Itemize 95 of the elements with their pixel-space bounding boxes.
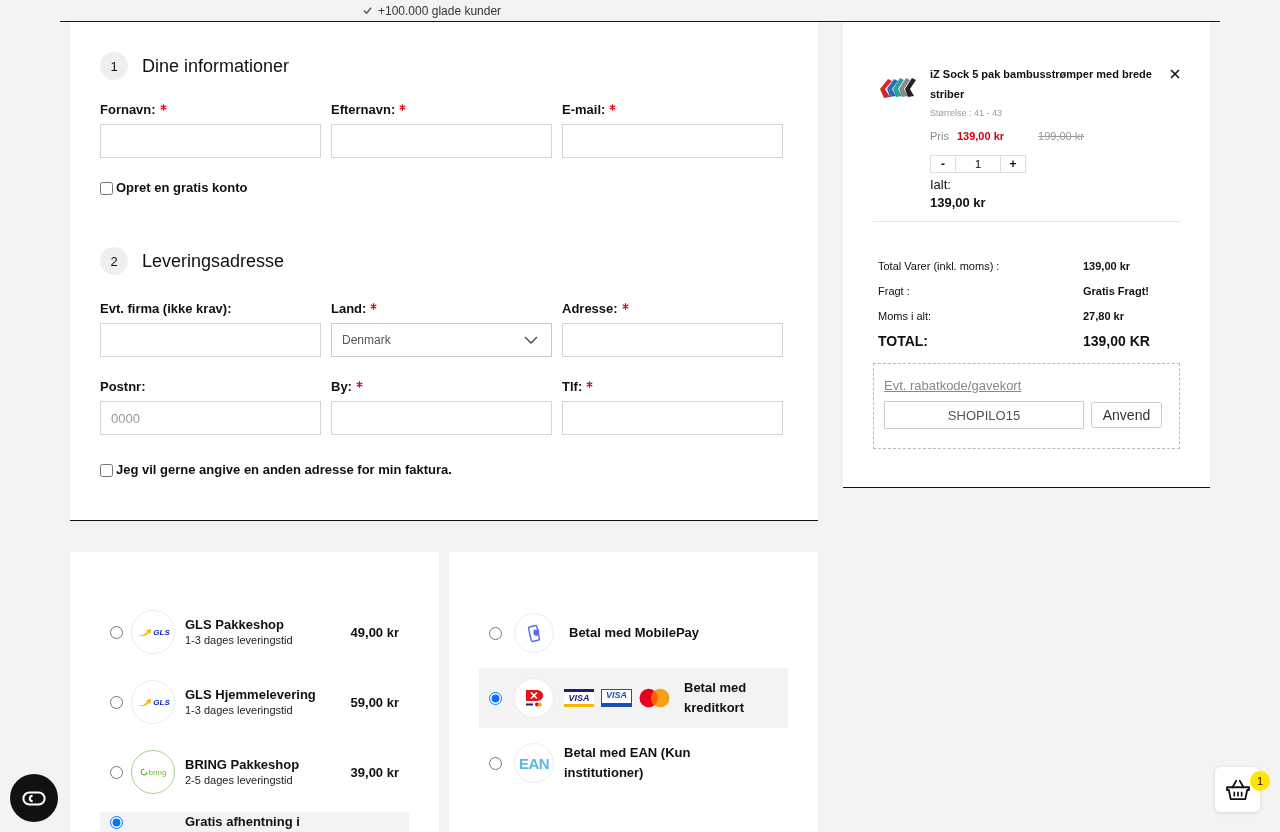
field-label: Fornavn: xyxy=(100,102,156,118)
payment-option[interactable]: Betal med MobilePay xyxy=(479,603,788,663)
summary-label: Moms i alt: xyxy=(878,309,933,322)
swoosh-icon xyxy=(136,627,153,637)
payment-option[interactable]: VISA VISA Betal med kreditkort xyxy=(479,668,788,728)
delivery-time: 2-5 dages leveringstid xyxy=(185,773,294,787)
delivery-time: 1-3 dages leveringstid xyxy=(185,633,294,647)
field-label: Evt. firma (ikke krav): xyxy=(100,301,232,317)
product-title: iZ Sock 5 pak bambusstrømper med brede striber xyxy=(930,67,1153,102)
summary-label: Total Varer (inkl. moms) : xyxy=(878,259,1001,272)
option-name: GLS Pakkeshop xyxy=(185,617,285,633)
section-title: Dine informationer xyxy=(142,55,290,78)
field-label: By: xyxy=(331,379,352,395)
price-label: Pris xyxy=(930,129,949,144)
shipping-option[interactable]: GLS GLS Hjemmelevering 1-3 dages leveringstid 59,00 kr xyxy=(100,667,409,737)
radio-button[interactable] xyxy=(110,815,123,829)
overlapping-circles-icon xyxy=(639,688,670,708)
delivery-time: 1-3 dages leveringstid xyxy=(185,703,294,717)
field-label: Land: xyxy=(331,301,367,317)
discount-link[interactable]: Evt. rabatkode/gavekort xyxy=(884,376,1022,396)
radio-button[interactable] xyxy=(110,625,123,639)
increase-button[interactable]: + xyxy=(1000,155,1026,173)
field-label: Postnr: xyxy=(100,379,146,395)
payment-option[interactable]: EAN Betal med EAN (Kun institutioner) xyxy=(479,733,788,793)
option-name: Gratis afhentning i xyxy=(185,814,301,830)
logo-text: bring xyxy=(148,767,167,777)
text-field[interactable] xyxy=(562,401,783,435)
summary-value: 139,00 KR xyxy=(1083,333,1150,349)
chevron-down-icon xyxy=(524,336,538,344)
card-mark-icon xyxy=(523,689,545,707)
summary-label: Fragt : xyxy=(878,284,911,297)
toggle-icon xyxy=(22,790,46,806)
checkbox[interactable] xyxy=(100,181,113,195)
text-field[interactable] xyxy=(331,401,552,435)
section-title: Leveringsadresse xyxy=(142,250,285,273)
option-price: 39,00 kr xyxy=(350,764,399,780)
checkbox-label: Opret en gratis konto xyxy=(116,180,248,196)
radio-button[interactable] xyxy=(489,756,502,770)
floating-button[interactable] xyxy=(10,774,58,822)
check-icon xyxy=(363,6,372,15)
total-label: Ialt: xyxy=(930,176,951,194)
field-label: E-mail: xyxy=(562,102,606,118)
item-total: 139,00 kr xyxy=(930,194,986,212)
field-label: Tlf: xyxy=(562,379,583,395)
step-number: 1 xyxy=(100,52,128,80)
option-price: 59,00 kr xyxy=(350,694,399,710)
text-field[interactable] xyxy=(562,323,783,357)
text-field[interactable]: 0000 xyxy=(100,401,321,435)
option-price: 49,00 kr xyxy=(350,624,399,640)
discount-code-field[interactable]: SHOPILO15 xyxy=(884,401,1084,429)
radio-button[interactable] xyxy=(489,691,502,705)
checkbox[interactable] xyxy=(100,463,113,477)
option-label: Betal med MobilePay xyxy=(569,624,700,642)
summary-label: TOTAL: xyxy=(878,333,930,349)
summary-value: 139,00 kr xyxy=(1083,259,1131,272)
shipping-option[interactable]: Gratis afhentning i xyxy=(100,812,409,832)
phone-icon xyxy=(526,623,542,643)
close-icon[interactable] xyxy=(1170,69,1180,79)
radio-button[interactable] xyxy=(489,626,502,640)
text-field[interactable] xyxy=(100,124,321,158)
checkbox-label: Jeg vil gerne angive en anden adresse for min faktura. xyxy=(116,462,452,478)
field-label: Adresse: xyxy=(562,301,618,317)
option-label: Betal med EAN (Kun institutioner) xyxy=(564,744,692,782)
option-name: BRING Pakkeshop xyxy=(185,757,301,773)
text-field[interactable] xyxy=(331,124,552,158)
option-name: GLS Hjemmelevering xyxy=(185,687,317,703)
logo-text: EAN xyxy=(518,754,550,772)
option-label: Betal med kreditkort xyxy=(684,679,748,717)
logo-text: GLS xyxy=(153,627,170,637)
field-label: Efternavn: xyxy=(331,102,396,118)
card-logo: VISA xyxy=(564,689,594,707)
text-field[interactable] xyxy=(562,124,783,158)
swoosh-icon xyxy=(136,697,153,707)
radio-button[interactable] xyxy=(110,695,123,709)
product-size: Størrelse : 41 - 43 xyxy=(930,107,1003,120)
summary-value: Gratis Fragt! xyxy=(1083,284,1149,297)
step-number: 2 xyxy=(100,247,128,275)
cart-count-badge: 1 xyxy=(1250,771,1270,791)
old-price: 199,00 kr xyxy=(1038,129,1084,144)
decrease-button[interactable]: - xyxy=(930,155,956,173)
shipping-option[interactable]: bring BRING Pakkeshop 2-5 dages leveringstid 39,00 kr xyxy=(100,737,409,807)
apply-button[interactable]: Anvend xyxy=(1091,402,1162,428)
cart-button[interactable] xyxy=(1215,767,1260,812)
ring-icon xyxy=(139,768,148,776)
quantity-field[interactable]: 1 xyxy=(956,155,1000,173)
summary-value: 27,80 kr xyxy=(1083,309,1124,322)
sale-price: 139,00 kr xyxy=(956,129,1005,144)
radio-button[interactable] xyxy=(110,765,123,779)
shipping-option[interactable]: GLS GLS Pakkeshop 1-3 dages leveringstid 49,00 kr xyxy=(100,597,409,667)
logo-text: GLS xyxy=(153,697,170,707)
select-field[interactable]: Denmark xyxy=(331,323,552,357)
basket-icon xyxy=(1224,778,1251,801)
tagline-text: +100.000 glade kunder xyxy=(378,3,502,18)
text-field[interactable] xyxy=(100,323,321,357)
card-logo: VISA xyxy=(601,689,632,707)
